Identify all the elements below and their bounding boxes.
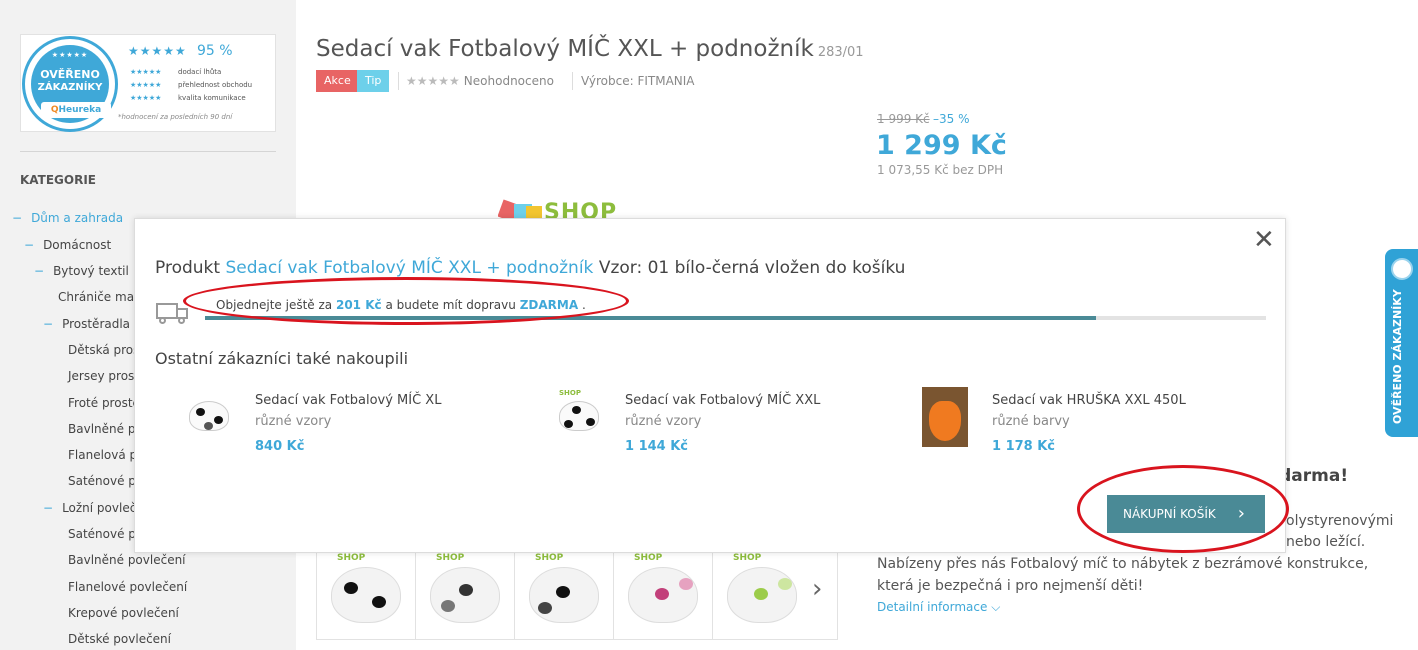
close-icon[interactable]: ✕ bbox=[1253, 225, 1275, 255]
category-item[interactable]: Saténové po bbox=[68, 527, 143, 541]
product-image: SHOP bbox=[555, 387, 601, 447]
price: 1 299 Kč bbox=[876, 130, 1007, 161]
category-item[interactable]: Bavlněné povlečení bbox=[68, 553, 186, 567]
highlight-oval bbox=[1077, 465, 1289, 553]
thumbnail[interactable]: SHOP bbox=[515, 541, 614, 639]
chevron-right-icon[interactable]: › bbox=[812, 574, 822, 604]
category-item[interactable]: Flanelové povlečení bbox=[68, 580, 187, 594]
category-item[interactable]: Saténové p bbox=[68, 474, 136, 488]
thumbnail[interactable]: SHOP bbox=[416, 541, 515, 639]
description-text: nebo ležící. bbox=[1286, 534, 1366, 550]
verified-customers-tab[interactable]: OVĚŘENO ZÁKAZNÍKY bbox=[1385, 249, 1418, 437]
heureka-logo: QHeureka bbox=[41, 102, 111, 118]
category-item[interactable]: Dětské povlečení bbox=[68, 632, 171, 646]
added-to-cart-modal: ✕ Produkt Sedací vak Fotbalový MÍČ XXL +… bbox=[134, 218, 1289, 553]
category-item[interactable]: Flanelová p bbox=[68, 448, 137, 462]
rating-stars-icon: ★★★★★ bbox=[128, 44, 187, 58]
product-variant: různé vzory bbox=[625, 414, 702, 429]
thumbnail[interactable]: SHOP bbox=[317, 541, 416, 639]
category-item[interactable]: Chrániče mat bbox=[58, 290, 139, 304]
shop-logo: SHOP bbox=[498, 198, 662, 218]
product-price: 1 144 Kč bbox=[625, 439, 689, 454]
product-code: 283/01 bbox=[817, 45, 864, 60]
category-item[interactable]: Froté prostě bbox=[68, 396, 140, 410]
category-item[interactable]: Dětská pros bbox=[68, 343, 139, 357]
recommended-product[interactable]: SHOP Sedací vak Fotbalový MÍČ XXL různé … bbox=[555, 387, 855, 459]
price-without-vat: 1 073,55 Kč bez DPH bbox=[877, 163, 1004, 177]
product-variant: různé barvy bbox=[992, 414, 1070, 429]
category-item[interactable]: − Dům a zahrada bbox=[12, 211, 123, 225]
product-price: 1 178 Kč bbox=[992, 439, 1056, 454]
product-title: Sedací vak Fotbalový MÍČ XXL + podnožník… bbox=[316, 36, 864, 62]
description-text: olystyrenovými bbox=[1286, 513, 1394, 529]
divider bbox=[572, 72, 573, 90]
product-description: Nabízeny přes nás Fotbalový míč to nábyt… bbox=[877, 556, 1369, 594]
product-rating[interactable]: ★★★★★ Neohodnoceno bbox=[406, 74, 554, 88]
product-name[interactable]: Sedací vak Fotbalový MÍČ XXL bbox=[625, 393, 820, 408]
category-item[interactable]: − Bytový textil bbox=[34, 264, 129, 278]
divider bbox=[398, 72, 399, 90]
category-item[interactable]: Jersey pros bbox=[68, 369, 134, 383]
heureka-row: ★★★★★ dodací lhůta bbox=[130, 68, 222, 76]
rating-stars-icon: ★★★★★ bbox=[406, 74, 460, 88]
category-item[interactable]: − Prostěradla bbox=[43, 317, 130, 331]
thumbnail-gallery: SHOP SHOP SHOP SHOP SHOP bbox=[316, 540, 838, 640]
recommended-product[interactable]: Sedací vak Fotbalový MÍČ XL různé vzory … bbox=[185, 387, 485, 459]
product-name[interactable]: Sedací vak Fotbalový MÍČ XL bbox=[255, 393, 441, 408]
flag-akce: Akce bbox=[316, 70, 359, 92]
chevron-down-icon: ⌵ bbox=[991, 600, 1001, 614]
thumbnail[interactable]: SHOP bbox=[713, 541, 812, 639]
product-manufacturer: Výrobce: FITMANIA bbox=[581, 74, 695, 88]
product-variant: různé vzory bbox=[255, 414, 332, 429]
category-item[interactable]: − Ložní povleče bbox=[43, 501, 144, 515]
categories-heading: KATEGORIE bbox=[20, 173, 96, 187]
product-image bbox=[185, 387, 231, 447]
heureka-row: ★★★★★ přehlednost obchodu bbox=[130, 81, 253, 89]
recommended-product[interactable]: Sedací vak HRUŠKA XXL 450L různé barvy 1… bbox=[922, 387, 1222, 459]
heureka-percent: 95 % bbox=[197, 43, 233, 59]
product-name[interactable]: Sedací vak HRUŠKA XXL 450L bbox=[992, 393, 1186, 408]
category-item[interactable]: Krepové povlečení bbox=[68, 606, 179, 620]
product-price: 840 Kč bbox=[255, 439, 305, 454]
old-price: 1 999 Kč bbox=[877, 112, 930, 126]
highlight-oval bbox=[183, 277, 629, 325]
modal-title: Produkt Sedací vak Fotbalový MÍČ XXL + p… bbox=[155, 258, 906, 278]
product-image bbox=[922, 387, 968, 447]
detail-link[interactable]: Detailní informace ⌵ bbox=[877, 600, 1000, 615]
thumbnail[interactable]: SHOP bbox=[614, 541, 713, 639]
flag-tip: Tip bbox=[357, 70, 390, 92]
heureka-badge[interactable]: ★★★★★ OVĚŘENO ZÁKAZNÍKY QHeureka bbox=[22, 36, 118, 132]
divider bbox=[20, 151, 276, 152]
product-link[interactable]: Sedací vak Fotbalový MÍČ XXL + podnožník bbox=[225, 258, 593, 278]
heureka-row: ★★★★★ kvalita komunikace bbox=[130, 94, 246, 102]
category-item[interactable]: − Domácnost bbox=[24, 238, 111, 252]
discount: –35 % bbox=[933, 112, 970, 126]
category-item[interactable]: Bavlněné p bbox=[68, 422, 135, 436]
heureka-note: *hodnocení za posledních 90 dní bbox=[118, 113, 233, 121]
badge-stars-icon: ★★★★★ bbox=[51, 51, 89, 59]
also-bought-heading: Ostatní zákazníci také nakoupili bbox=[155, 349, 409, 368]
